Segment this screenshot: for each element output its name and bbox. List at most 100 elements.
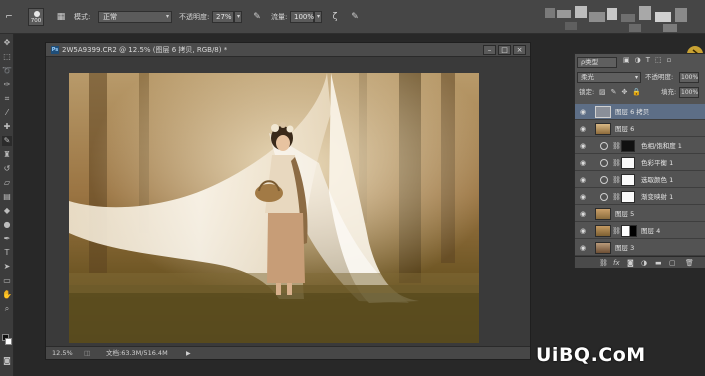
layer-mask-thumbnail[interactable] [621, 157, 635, 169]
mode-dropdown[interactable]: 正常 ▾ [98, 11, 172, 23]
minimize-button[interactable]: – [483, 45, 496, 55]
fx-icon[interactable]: fx [613, 257, 620, 269]
quick-mask-icon[interactable]: ◙ [2, 356, 12, 366]
history-brush-tool-icon[interactable]: ↺ [2, 164, 12, 174]
document-title: 2W5A9399.CR2 @ 12.5% (图层 6 拷贝, RGB/8) * [62, 46, 228, 54]
adjustment-icon[interactable]: ◑ [641, 257, 647, 269]
mask-icon[interactable]: ◙ [627, 257, 634, 269]
layers-panel: ρ类型 ▣◑T⬚▫ 柔光 ▾ 不透明度: 100% 锁定: ▨✎✥🔒 填充: 1… [574, 53, 705, 268]
zoom-level[interactable]: 12.5% [52, 347, 73, 360]
move-tool-icon[interactable]: ✥ [2, 38, 12, 48]
layer-mask-thumbnail[interactable] [621, 140, 635, 152]
healing-tool-icon[interactable]: ✚ [2, 122, 12, 132]
blend-mode-dropdown[interactable]: 柔光 ▾ [577, 72, 641, 83]
layer-row[interactable]: ◉ ⛓ 图层 4 [575, 223, 705, 239]
document-tab[interactable]: Ps 2W5A9399.CR2 @ 12.5% (图层 6 拷贝, RGB/8)… [46, 43, 530, 57]
blur-tool-icon[interactable]: ◆ [2, 206, 12, 216]
visibility-eye-icon[interactable]: ◉ [579, 125, 587, 133]
dodge-tool-icon[interactable]: ● [2, 220, 12, 230]
gradient-tool-icon[interactable]: ▤ [2, 192, 12, 202]
flow-label: 流量: [271, 13, 288, 21]
brush-tool-icon[interactable]: ✎ [2, 136, 12, 146]
quick-select-tool-icon[interactable]: ✑ [2, 80, 12, 90]
eyedropper-tool-icon[interactable]: ⁄ [2, 108, 12, 118]
pen-tool-icon[interactable]: ✒ [2, 234, 12, 244]
visibility-eye-icon[interactable]: ◉ [579, 159, 587, 167]
layer-mask-thumbnail[interactable] [621, 191, 635, 203]
close-button[interactable]: × [513, 45, 526, 55]
visibility-eye-icon[interactable]: ◉ [579, 193, 587, 201]
fill-input[interactable]: 100% [679, 87, 699, 98]
lock-label: 锁定: [579, 88, 595, 96]
brush-tip-icon [34, 11, 40, 17]
layer-row[interactable]: ◉ ⛓ 色彩平衡 1 [575, 155, 705, 171]
layer-opacity-input[interactable]: 100% [679, 72, 699, 83]
link-icon[interactable]: ⛓ [599, 257, 608, 269]
zoom-tool-icon[interactable]: ⌕ [2, 304, 12, 314]
link-icon: ⛓ [612, 193, 621, 201]
layer-row[interactable]: ◉ ⛓ 色相/饱和度 1 [575, 138, 705, 154]
crop-tool-icon[interactable]: ⌗ [2, 94, 12, 104]
brush-preset-picker[interactable]: 700 [28, 8, 44, 26]
layer-mask-thumbnail[interactable] [621, 225, 637, 237]
layer-mask-thumbnail[interactable] [621, 174, 635, 186]
canvas-area[interactable] [46, 57, 530, 347]
visibility-eye-icon[interactable]: ◉ [579, 227, 587, 235]
clone-stamp-tool-icon[interactable]: ♜ [2, 150, 12, 160]
layer-name: 渐变映射 1 [641, 193, 674, 201]
layer-name: 图层 5 [615, 210, 635, 218]
airbrush-icon[interactable]: ζ [328, 10, 342, 24]
background-color-swatch[interactable] [5, 338, 12, 345]
chevron-down-icon: ▾ [634, 74, 638, 81]
visibility-eye-icon[interactable]: ◉ [579, 244, 587, 252]
visibility-eye-icon[interactable]: ◉ [579, 142, 587, 150]
photo-girl-with-veil [69, 73, 479, 343]
link-icon: ⛓ [612, 227, 621, 235]
eraser-tool-icon[interactable]: ▱ [2, 178, 12, 188]
opacity-label: 不透明度: [179, 13, 210, 21]
pressure-opacity-icon[interactable]: ✎ [250, 10, 264, 24]
link-icon: ⛓ [612, 159, 621, 167]
type-tool-icon[interactable]: T [2, 248, 12, 258]
layer-name: 图层 6 [615, 125, 635, 133]
layer-row[interactable]: ◉ ⛓ 渐变映射 1 [575, 189, 705, 205]
chevron-down-icon: ▾ [316, 13, 320, 20]
lock-icons[interactable]: ▨✎✥🔒 [599, 87, 646, 98]
path-select-tool-icon[interactable]: ➤ [2, 262, 12, 272]
layer-row[interactable]: ◉ 图层 3 [575, 240, 705, 256]
opacity-slider-toggle[interactable]: ▾ [234, 11, 242, 23]
layer-row[interactable]: ◉ 图层 6 拷贝 [575, 104, 705, 120]
canvas-photo[interactable] [69, 73, 479, 343]
filter-icons[interactable]: ▣◑T⬚▫ [623, 56, 676, 64]
hand-tool-icon[interactable]: ✋ [2, 290, 12, 300]
ps-file-icon: Ps [51, 46, 59, 54]
visibility-eye-icon[interactable]: ◉ [579, 210, 587, 218]
chevron-down-icon: ▾ [165, 13, 169, 20]
layer-name: 图层 6 拷贝 [615, 108, 650, 116]
layers-footer: ⛓ fx ◙ ◑ ▬ ▢ 🗑 [575, 256, 705, 268]
lasso-tool-icon[interactable]: ➰ [2, 66, 12, 76]
flow-slider-toggle[interactable]: ▾ [314, 11, 322, 23]
brush-size-value: 700 [30, 18, 42, 24]
brush-panel-toggle-icon[interactable]: ▦ [54, 10, 68, 24]
flow-input[interactable]: 100% [290, 11, 314, 23]
adjustment-layer-icon [600, 176, 608, 184]
layer-row[interactable]: ◉ ⛓ 选取颜色 1 [575, 172, 705, 188]
layer-row[interactable]: ◉ 图层 5 [575, 206, 705, 222]
folder-icon[interactable]: ▬ [655, 257, 662, 269]
marquee-tool-icon[interactable]: ⬚ [2, 52, 12, 62]
pressure-size-icon[interactable]: ✎ [348, 10, 362, 24]
visibility-eye-icon[interactable]: ◉ [579, 108, 587, 116]
shape-tool-icon[interactable]: ▭ [2, 276, 12, 286]
layer-row[interactable]: ◉ 图层 6 [575, 121, 705, 137]
adjustment-layer-icon [600, 159, 608, 167]
layer-filter-dropdown[interactable]: ρ类型 [577, 57, 617, 68]
mode-value: 正常 [103, 13, 117, 21]
trash-icon[interactable]: 🗑 [685, 257, 694, 269]
new-layer-icon[interactable]: ▢ [669, 257, 676, 269]
status-menu-arrow-icon[interactable]: ▶ [186, 347, 191, 360]
visibility-eye-icon[interactable]: ◉ [579, 176, 587, 184]
opacity-input[interactable]: 27% [212, 11, 234, 23]
tool-preset-icon[interactable]: ⌐ [2, 10, 16, 24]
maximize-button[interactable]: □ [498, 45, 511, 55]
